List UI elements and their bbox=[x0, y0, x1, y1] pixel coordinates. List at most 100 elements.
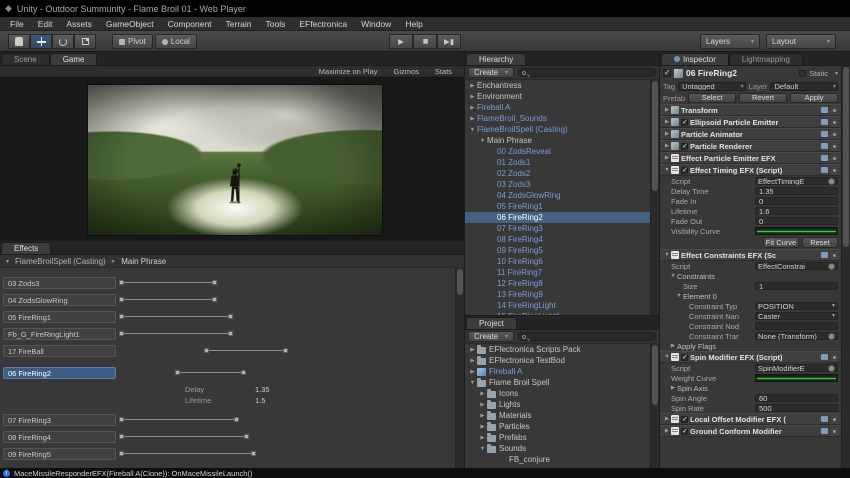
gear-icon[interactable] bbox=[831, 416, 838, 423]
inspector-row[interactable]: ▼ Effect Timing EFX (Script) bbox=[660, 164, 841, 176]
track-label[interactable]: 06 FireRing2 bbox=[3, 367, 116, 379]
hierarchy-item[interactable]: 14 FireRingLight bbox=[465, 300, 650, 311]
help-book-icon[interactable] bbox=[821, 167, 828, 173]
track-start-handle[interactable] bbox=[119, 297, 124, 302]
hierarchy-item[interactable]: 10 FireRing6 bbox=[465, 256, 650, 267]
foldout-arrow-icon[interactable]: ▼ bbox=[478, 138, 487, 144]
value-dropdown[interactable]: EffectTimingE bbox=[755, 177, 838, 185]
hierarchy-item[interactable]: 03 Zods3 bbox=[465, 179, 650, 190]
inspector-scrollbar[interactable] bbox=[841, 66, 850, 468]
hierarchy-item[interactable]: 07 FireRing3 bbox=[465, 223, 650, 234]
component-enabled-checkbox[interactable] bbox=[681, 119, 688, 126]
layers-dropdown[interactable]: Layers ▾ bbox=[700, 34, 760, 49]
effects-track[interactable]: 05 FireRing1 bbox=[0, 308, 455, 325]
hierarchy-item[interactable]: ▼ FlameBroilSpell (Casting) bbox=[465, 124, 650, 135]
foldout-arrow-icon[interactable]: ▶ bbox=[663, 131, 671, 137]
track-duration-bar[interactable] bbox=[178, 372, 243, 373]
prefab-revert-button[interactable]: Revert bbox=[739, 93, 787, 103]
foldout-arrow-icon[interactable]: ▶ bbox=[669, 385, 677, 391]
effects-track[interactable]: 03 Zods3 bbox=[0, 274, 455, 291]
object-picker-icon[interactable] bbox=[829, 264, 834, 269]
inspector-row[interactable]: Constraint Nan Caster Caster bbox=[660, 311, 841, 321]
menu-item[interactable]: GameObject bbox=[99, 19, 161, 29]
track-label[interactable]: 05 FireRing1 bbox=[3, 311, 116, 323]
inspector-row[interactable]: ▶ Particle Renderer bbox=[660, 140, 841, 152]
hierarchy-item[interactable]: 00 ZodsReveal bbox=[465, 146, 650, 157]
gear-icon[interactable] bbox=[831, 131, 838, 138]
static-dropdown-icon[interactable]: ▾ bbox=[835, 70, 838, 77]
rotate-tool-button[interactable] bbox=[52, 34, 74, 49]
effects-scrollbar[interactable] bbox=[455, 268, 464, 468]
track-duration-bar[interactable] bbox=[122, 316, 230, 317]
hierarchy-item[interactable]: 06 FireRing2 bbox=[465, 212, 650, 223]
track-timeline[interactable] bbox=[122, 291, 449, 308]
foldout-arrow-icon[interactable]: ▶ bbox=[669, 343, 677, 349]
inspector-row[interactable]: ▶ Particle Animator bbox=[660, 128, 841, 140]
layout-dropdown[interactable]: Layout ▾ bbox=[766, 34, 836, 49]
menu-item[interactable]: EFfectronica bbox=[292, 19, 354, 29]
track-start-handle[interactable] bbox=[119, 434, 124, 439]
track-timeline[interactable] bbox=[122, 308, 449, 325]
hierarchy-item[interactable]: ▶ Environment bbox=[465, 91, 650, 102]
pivot-toggle-button[interactable]: Pivot bbox=[112, 34, 153, 49]
menu-item[interactable]: Component bbox=[161, 19, 219, 29]
track-timeline[interactable] bbox=[122, 325, 449, 342]
inspector-row[interactable]: Constraint Typ POSITION POSITION bbox=[660, 301, 841, 311]
track-duration-bar[interactable] bbox=[122, 453, 253, 454]
create-button[interactable]: Create ▾ bbox=[468, 67, 514, 78]
tag-dropdown[interactable]: Untagged bbox=[678, 82, 746, 91]
inspector-row[interactable]: Weight Curve bbox=[660, 373, 841, 383]
gizmos-toggle[interactable]: Gizmos bbox=[393, 67, 418, 76]
track-end-handle[interactable] bbox=[283, 348, 288, 353]
hierarchy-item[interactable]: 05 FireRing1 bbox=[465, 201, 650, 212]
menu-item[interactable]: Window bbox=[354, 19, 398, 29]
object-picker-icon[interactable] bbox=[829, 334, 834, 339]
inspector-tab[interactable]: Inspector bbox=[661, 53, 729, 65]
scrollbar-thumb[interactable] bbox=[652, 81, 658, 191]
foldout-arrow-icon[interactable]: ▶ bbox=[468, 83, 477, 89]
lifetime-value[interactable]: 1.5 bbox=[255, 396, 265, 405]
move-tool-button[interactable] bbox=[30, 34, 52, 49]
layer-dropdown[interactable]: Default bbox=[770, 82, 838, 91]
effects-tab[interactable]: Effects bbox=[1, 242, 51, 254]
prefab-select-button[interactable]: Select bbox=[688, 93, 736, 103]
foldout-arrow-icon[interactable]: ▼ bbox=[663, 354, 671, 360]
scrollbar-thumb[interactable] bbox=[843, 67, 849, 247]
project-item[interactable]: ▼ Flame Broil Spell bbox=[465, 377, 650, 388]
effects-track[interactable]: 08 FireRing4 bbox=[0, 428, 455, 445]
gear-icon[interactable] bbox=[831, 428, 838, 435]
value-field[interactable]: 60 bbox=[755, 394, 838, 402]
help-book-icon[interactable] bbox=[821, 252, 828, 258]
track-start-handle[interactable] bbox=[119, 314, 124, 319]
breadcrumb-leaf[interactable]: Main Phrase bbox=[121, 257, 166, 266]
foldout-arrow-icon[interactable]: ▶ bbox=[478, 413, 487, 419]
hierarchy-item[interactable]: 08 FireRing4 bbox=[465, 234, 650, 245]
inspector-row[interactable]: ▼ Spin Modifier EFX (Script) bbox=[660, 351, 841, 363]
project-search-input[interactable] bbox=[518, 332, 656, 341]
effects-track[interactable]: 04 ZodsGlowRing bbox=[0, 291, 455, 308]
foldout-arrow-icon[interactable]: ▶ bbox=[663, 107, 671, 113]
track-duration-bar[interactable] bbox=[122, 436, 246, 437]
foldout-arrow-icon[interactable]: ▼ bbox=[663, 167, 671, 173]
inspector-row[interactable]: Script EffectTimingE EffectTimingE bbox=[660, 176, 841, 186]
project-scrollbar[interactable] bbox=[650, 344, 659, 468]
hierarchy-item[interactable]: 13 FireRing9 bbox=[465, 289, 650, 300]
track-label[interactable]: 07 FireRing3 bbox=[3, 414, 116, 426]
inspector-row[interactable]: Script SpinModifierE SpinModifierE bbox=[660, 363, 841, 373]
track-end-handle[interactable] bbox=[241, 370, 246, 375]
play-button[interactable]: ▶ bbox=[389, 34, 413, 49]
component-enabled-checkbox[interactable] bbox=[681, 428, 688, 435]
hierarchy-item[interactable]: 01 Zods1 bbox=[465, 157, 650, 168]
foldout-arrow-icon[interactable]: ▼ bbox=[468, 127, 477, 133]
track-start-handle[interactable] bbox=[175, 370, 180, 375]
gear-icon[interactable] bbox=[831, 155, 838, 162]
project-item[interactable]: ▶ Lights bbox=[465, 399, 650, 410]
foldout-arrow-icon[interactable]: ▶ bbox=[468, 358, 477, 364]
hierarchy-item[interactable]: 12 FireRing8 bbox=[465, 278, 650, 289]
help-book-icon[interactable] bbox=[821, 119, 828, 125]
fit-curve-button[interactable]: Fit Curve bbox=[763, 237, 799, 248]
value-field[interactable]: 0 bbox=[755, 197, 838, 205]
help-book-icon[interactable] bbox=[821, 131, 828, 137]
hierarchy-item[interactable]: 04 ZodsGlowRing bbox=[465, 190, 650, 201]
inspector-row[interactable]: Constraint Nod bbox=[660, 321, 841, 331]
